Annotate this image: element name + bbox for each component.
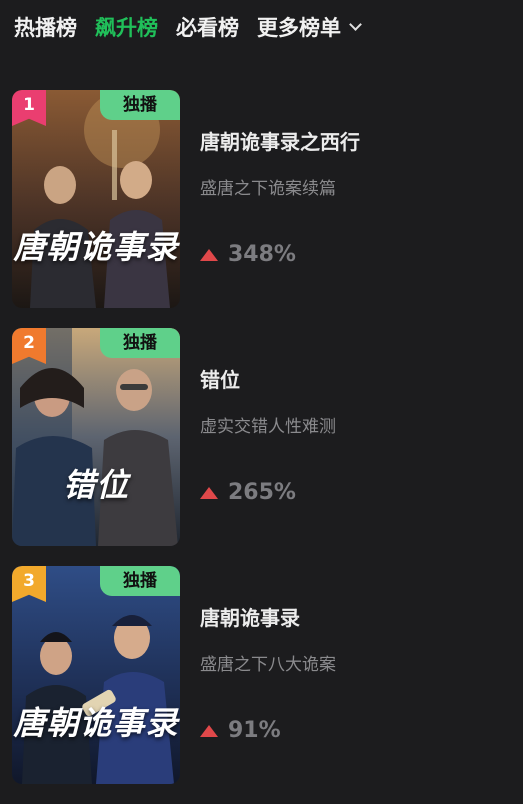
item-title[interactable]: 错位 bbox=[200, 364, 240, 393]
poster-art bbox=[12, 328, 180, 546]
item-info: 唐朝诡事录之西行 盛唐之下诡案续篇 348% bbox=[200, 90, 523, 308]
item-title[interactable]: 唐朝诡事录之西行 bbox=[200, 126, 360, 155]
item-subtitle: 虚实交错人性难测 bbox=[200, 417, 336, 437]
trend-up-icon bbox=[200, 248, 218, 261]
poster-image[interactable]: 错位 2 独播 bbox=[12, 328, 180, 546]
list-item[interactable]: 唐朝诡事录 3 独播 唐朝诡事录 盛唐之下八大诡案 91% bbox=[12, 566, 523, 784]
poster-image[interactable]: 唐朝诡事录 1 独播 bbox=[12, 90, 180, 308]
tab-bar: 热播榜 飙升榜 必看榜 更多榜单 bbox=[14, 9, 362, 45]
item-info: 唐朝诡事录 盛唐之下八大诡案 91% bbox=[200, 566, 523, 784]
exclusive-badge: 独播 bbox=[100, 566, 180, 596]
exclusive-badge: 独播 bbox=[100, 90, 180, 120]
list-item[interactable]: 错位 2 独播 错位 虚实交错人性难测 265% bbox=[12, 328, 523, 546]
exclusive-badge: 独播 bbox=[100, 328, 180, 358]
poster-title: 唐朝诡事录 bbox=[13, 704, 179, 742]
growth-value: 348% bbox=[228, 242, 296, 267]
trend-up-icon bbox=[200, 724, 218, 737]
chevron-down-icon bbox=[349, 18, 362, 31]
tab-hot[interactable]: 热播榜 bbox=[14, 12, 77, 42]
poster-title: 错位 bbox=[62, 466, 129, 504]
growth-value: 91% bbox=[228, 718, 281, 743]
growth-indicator: 348% bbox=[200, 242, 296, 267]
item-title[interactable]: 唐朝诡事录 bbox=[200, 602, 300, 631]
item-subtitle: 盛唐之下八大诡案 bbox=[200, 655, 336, 675]
more-lists-label: 更多榜单 bbox=[257, 16, 341, 40]
tab-rising[interactable]: 飙升榜 bbox=[95, 12, 158, 42]
growth-indicator: 91% bbox=[200, 718, 281, 743]
item-subtitle: 盛唐之下诡案续篇 bbox=[200, 179, 336, 199]
ranking-list: 唐朝诡事录 1 独播 唐朝诡事录之西行 盛唐之下诡案续篇 348% 错位 2 独… bbox=[12, 90, 523, 804]
poster-art bbox=[12, 566, 180, 784]
growth-value: 265% bbox=[228, 480, 296, 505]
list-item[interactable]: 唐朝诡事录 1 独播 唐朝诡事录之西行 盛唐之下诡案续篇 348% bbox=[12, 90, 523, 308]
poster-title: 唐朝诡事录 bbox=[13, 228, 179, 266]
poster-image[interactable]: 唐朝诡事录 3 独播 bbox=[12, 566, 180, 784]
poster-art bbox=[12, 90, 180, 308]
tab-more-lists[interactable]: 更多榜单 bbox=[257, 12, 362, 42]
growth-indicator: 265% bbox=[200, 480, 296, 505]
item-info: 错位 虚实交错人性难测 265% bbox=[200, 328, 523, 546]
tab-must-watch[interactable]: 必看榜 bbox=[176, 12, 239, 42]
trend-up-icon bbox=[200, 486, 218, 499]
